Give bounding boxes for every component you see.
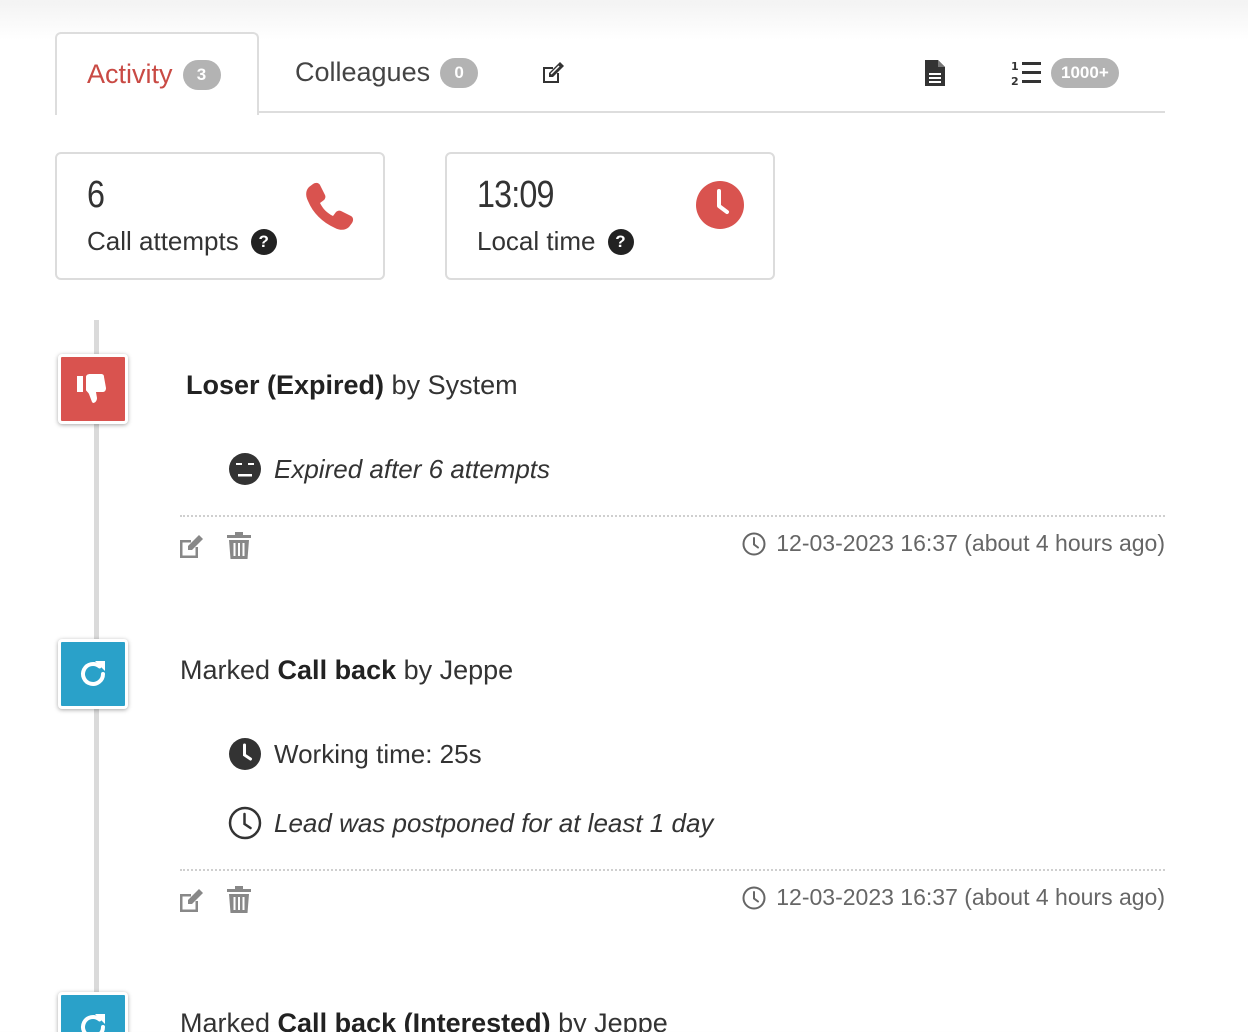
event-status-icon xyxy=(58,354,128,424)
event-detail: Expired after 6 attempts xyxy=(228,452,550,486)
tab-history-count-badge: 1000+ xyxy=(1051,57,1119,88)
tab-activity[interactable]: Activity 3 xyxy=(55,32,259,115)
event-status: Call back (Interested) xyxy=(277,1008,551,1032)
neutral-face-icon xyxy=(229,453,261,485)
svg-text:1: 1 xyxy=(1011,60,1019,73)
clock-icon xyxy=(229,738,261,770)
local-time-label-row: Local time ? xyxy=(477,226,634,257)
clock-outline-icon xyxy=(742,886,766,909)
tab-bar: Activity 3 Colleagues 0 1 2 1000+ xyxy=(55,32,1165,115)
event-title: Marked Call back by Jeppe xyxy=(180,655,513,686)
event-title: Marked Call back (Interested) by Jeppe xyxy=(180,1008,668,1032)
call-attempts-card: 6 Call attempts ? xyxy=(55,152,385,280)
ordered-list-icon: 1 2 xyxy=(1011,60,1041,87)
event-separator xyxy=(180,869,1165,871)
event-author: by System xyxy=(384,370,518,400)
call-attempts-label: Call attempts xyxy=(87,226,239,256)
event-detail-text: Working time: 25s xyxy=(274,738,482,769)
event-status-icon xyxy=(58,639,128,709)
edit-icon[interactable] xyxy=(178,532,206,560)
tab-history[interactable]: 1 2 1000+ xyxy=(1011,32,1119,113)
clock-outline-icon xyxy=(742,532,766,555)
event-action: Marked xyxy=(180,1008,278,1032)
svg-text:2: 2 xyxy=(1011,75,1019,87)
phone-icon xyxy=(306,182,354,230)
event-status-icon xyxy=(58,992,128,1032)
event-timestamp-text: 12-03-2023 16:37 (about 4 hours ago) xyxy=(776,884,1165,910)
redo-icon xyxy=(81,661,105,686)
document-icon xyxy=(925,59,945,86)
event-separator xyxy=(180,515,1165,517)
event-status: Call back xyxy=(277,655,397,685)
tab-colleagues[interactable]: Colleagues 0 xyxy=(295,32,479,113)
event-detail: Lead was postponed for at least 1 day xyxy=(228,806,713,840)
edit-icon[interactable] xyxy=(178,886,206,914)
edit-icon xyxy=(543,61,564,83)
call-attempts-label-row: Call attempts ? xyxy=(87,226,277,257)
event-detail-text: Lead was postponed for at least 1 day xyxy=(274,807,714,838)
event-action: Marked xyxy=(180,655,278,685)
tab-activity-count-badge: 3 xyxy=(182,59,221,90)
tab-colleagues-count-badge: 0 xyxy=(440,57,479,88)
tab-notes[interactable] xyxy=(923,32,947,113)
event-title: Loser (Expired) by System xyxy=(186,370,518,401)
event-actions xyxy=(178,532,252,560)
event-detail-text: Expired after 6 attempts xyxy=(274,453,551,484)
event-timestamp: 12-03-2023 16:37 (about 4 hours ago) xyxy=(742,530,1165,557)
event-detail: Working time: 25s xyxy=(228,737,482,771)
local-time-label: Local time xyxy=(477,226,596,256)
event-status: Loser (Expired) xyxy=(186,370,385,400)
event-actions xyxy=(178,886,252,914)
help-icon[interactable]: ? xyxy=(607,228,634,255)
clock-outline-icon xyxy=(228,806,262,840)
event-timestamp: 12-03-2023 16:37 (about 4 hours ago) xyxy=(742,884,1165,911)
thumbs-down-icon xyxy=(77,374,106,403)
event-author: by Jeppe xyxy=(550,1008,668,1032)
redo-icon xyxy=(81,1014,105,1032)
tab-activity-label: Activity xyxy=(87,59,173,89)
clock-icon xyxy=(696,181,744,229)
event-author: by Jeppe xyxy=(396,655,514,685)
call-attempts-value: 6 xyxy=(87,174,105,216)
event-timestamp-text: 12-03-2023 16:37 (about 4 hours ago) xyxy=(776,530,1165,556)
trash-icon[interactable] xyxy=(226,886,252,914)
local-time-value: 13:09 xyxy=(477,174,554,216)
tab-edit[interactable] xyxy=(539,32,567,113)
local-time-card: 13:09 Local time ? xyxy=(445,152,775,280)
tab-colleagues-label: Colleagues xyxy=(295,57,431,87)
trash-icon[interactable] xyxy=(226,532,252,560)
help-icon[interactable]: ? xyxy=(250,228,277,255)
